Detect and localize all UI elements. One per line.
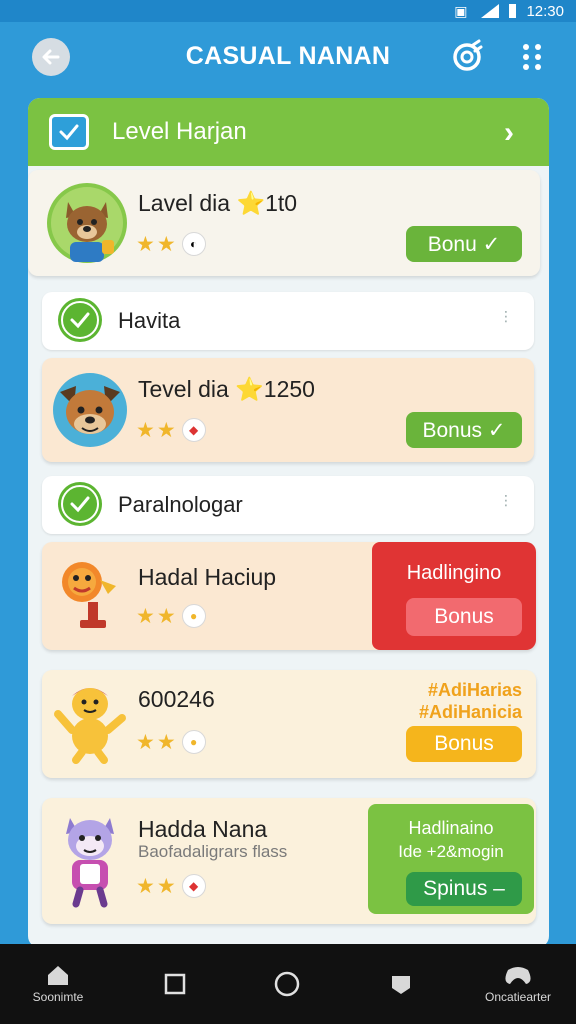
trophy-character-icon (52, 556, 128, 641)
spin-button[interactable]: Spinus – (406, 872, 522, 906)
star-icon: ★ (156, 604, 176, 628)
star-rating: ★ ★ ◆ (136, 418, 206, 442)
star-icon: ★ (136, 730, 155, 754)
check-circle-icon (58, 482, 102, 526)
level-card[interactable]: Lavel dia ⭐1t0 ★ ★ ◐ Bonu ✓ (28, 170, 540, 276)
card-title: 600246 (138, 686, 215, 712)
nav-chat[interactable] (376, 944, 426, 1024)
status-bar: ▣ 12:30 (0, 0, 576, 22)
level-header[interactable]: Level Harjan › (28, 98, 549, 166)
nav-label: Soonimte (32, 990, 84, 1004)
bonus-button[interactable]: Bonus (406, 598, 522, 636)
card-title: Lavel dia ⭐1t0 (138, 190, 298, 216)
star-rating: ★ ★ ◆ (136, 874, 206, 898)
card-title: Tevel dia ⭐1250 (138, 376, 315, 402)
dog-character-icon (52, 372, 128, 453)
battery-icon (509, 4, 517, 18)
badge-chip-icon: ◆ (181, 874, 206, 898)
spin-label: Spinus – (423, 877, 505, 900)
level-checkbox[interactable] (49, 114, 89, 150)
star-rating: ★ ★ ● (136, 604, 206, 628)
bonus-label: Bonu ✓ (427, 232, 501, 256)
star-icon: ★ (136, 604, 155, 628)
card-title: Hadal Haciup (138, 564, 277, 590)
more-options-button[interactable] (516, 38, 548, 76)
status-time: 12:30 (526, 2, 564, 20)
level-panel: Level Harjan › Lavel dia ⭐1t0 ★ ★ ◐ Bonu… (28, 98, 549, 948)
hashtag-line: #AdiHanicia (418, 702, 522, 722)
badge-chip-icon: ◆ (181, 418, 206, 442)
star-rating: ★ ★ ● (136, 730, 206, 754)
level-card[interactable]: Tevel dia ⭐1250 ★ ★ ◆ Bonus ✓ (42, 358, 534, 462)
star-icon: ★ (136, 232, 155, 256)
bonus-label: Bonus (434, 732, 494, 755)
check-circle-icon (58, 298, 102, 342)
side-panel-title: Hadlingino (406, 562, 502, 584)
bonus-button[interactable]: Bonu ✓ (406, 226, 522, 262)
badge-chip-icon: ● (181, 730, 206, 754)
app-bar: CASUAL NANAN (0, 22, 576, 96)
signal-icon (477, 4, 500, 18)
checkmark-icon (59, 124, 79, 141)
bear-character-icon (46, 182, 128, 269)
check-row-label: Paralnologar (118, 492, 243, 517)
card-subtitle: Baofadaligrars flass (138, 842, 288, 861)
star-icon: ★ (156, 730, 176, 754)
nav-home[interactable]: Soonimte (20, 944, 96, 1024)
more-vertical-icon[interactable]: ⋮ (499, 308, 513, 325)
level-header-title: Level Harjan (112, 118, 247, 145)
vibrate-icon: ▣ (454, 2, 468, 19)
nav-games[interactable]: Oncatiearter (478, 944, 558, 1024)
navigation-bar: Soonimte Oncatiearter (0, 944, 576, 1024)
nav-label: Oncatiearter (484, 990, 552, 1004)
bonus-button[interactable]: Bonus (406, 726, 522, 762)
app-title: CASUAL NANAN (185, 42, 391, 70)
cat-character-icon (52, 808, 128, 913)
circle-icon (274, 971, 300, 997)
more-dots-icon (523, 44, 541, 70)
bonus-label: Bonus (434, 605, 494, 628)
side-panel-line: Hadlinaino (408, 818, 494, 838)
nav-home-circle[interactable] (262, 944, 312, 1024)
square-icon (164, 973, 186, 995)
star-icon: ★ (156, 874, 176, 898)
card-title: Hadda Nana (138, 816, 268, 842)
badge-chip-icon: ◐ (181, 232, 206, 256)
check-row-label: Havita (118, 308, 181, 333)
bonus-side-panel: Hadlinaino Ide +2&mogin Spinus – (368, 804, 534, 914)
gamepad-icon (505, 967, 531, 984)
level-card[interactable]: 600246 ★ ★ ● #AdiHarias #AdiHanicia Bonu… (42, 670, 536, 778)
hashtag-line: #AdiHarias (427, 680, 522, 700)
star-icon: ★ (136, 418, 155, 442)
home-icon (48, 966, 68, 985)
target-button[interactable] (448, 38, 486, 76)
badge-chip-icon: ● (181, 604, 206, 628)
target-icon (453, 39, 483, 71)
level-card[interactable]: Hadda Nana Baofadaligrars flass ★ ★ ◆ Ha… (42, 798, 536, 924)
more-vertical-icon[interactable]: ⋮ (499, 492, 513, 509)
waving-character-icon (52, 680, 128, 769)
nav-recents[interactable] (150, 944, 200, 1024)
check-row[interactable]: Paralnologar ⋮ (42, 476, 534, 534)
star-icon: ★ (156, 418, 176, 442)
chat-icon (392, 976, 410, 994)
star-rating: ★ ★ ◐ (136, 232, 206, 256)
level-card[interactable]: Hadal Haciup ★ ★ ● Hadlingino Bonus (42, 542, 536, 650)
side-panel-line: Ide +2&mogin (398, 842, 504, 861)
bonus-side-panel: Hadlingino Bonus (372, 542, 536, 650)
check-row[interactable]: Havita ⋮ (42, 292, 534, 350)
chevron-right-icon[interactable]: › (504, 116, 514, 150)
bonus-label: Bonus ✓ (422, 418, 506, 442)
star-icon: ★ (136, 874, 155, 898)
star-icon: ★ (156, 232, 176, 256)
bonus-button[interactable]: Bonus ✓ (406, 412, 522, 448)
